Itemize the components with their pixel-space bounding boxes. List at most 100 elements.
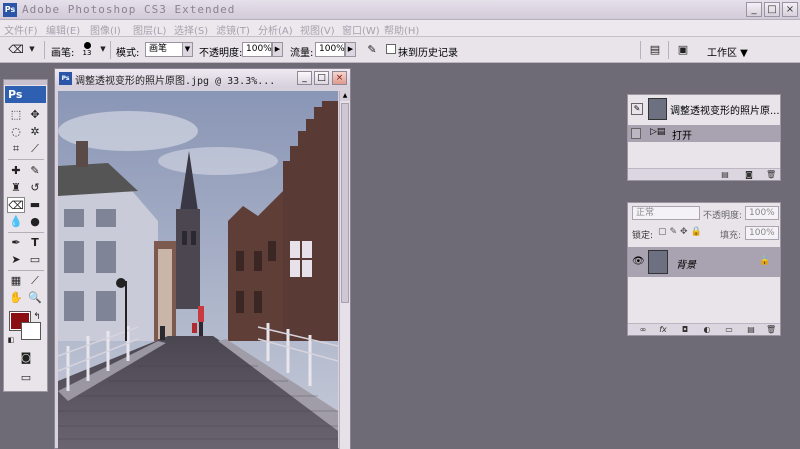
lock-icons[interactable]: ▢✎✥🔒 — [658, 227, 705, 237]
opacity-slider-arrow-icon[interactable]: ▶ — [272, 42, 283, 57]
marquee-tool-icon[interactable]: ⬚ — [7, 107, 25, 123]
new-group-icon[interactable]: ▭ — [724, 325, 734, 334]
mode-label: 模式: — [116, 48, 140, 59]
type-tool-icon[interactable]: T — [26, 235, 44, 251]
brush-dot-icon — [83, 42, 91, 49]
eraser-tool-icon[interactable]: ⌫ — [7, 197, 25, 213]
document-maximize-button[interactable]: □ — [314, 71, 329, 85]
healing-brush-tool-icon[interactable]: ✚ — [7, 163, 25, 179]
separator — [8, 270, 44, 271]
toolbox-grip[interactable] — [4, 80, 47, 85]
palette-well-icon[interactable]: ▤ — [647, 42, 663, 57]
eraser-tool-icon[interactable]: ⌫ — [8, 42, 24, 57]
adjustment-layer-icon[interactable]: ◐ — [702, 325, 712, 334]
workspace-button[interactable]: 工作区 ▼ — [707, 44, 748, 59]
separator — [44, 41, 45, 59]
opacity-input[interactable]: 100% — [242, 42, 272, 57]
move-tool-icon[interactable]: ✥ — [26, 107, 44, 123]
mode-select[interactable]: 画笔 — [145, 42, 183, 57]
history-state-name: 打开 — [672, 131, 692, 142]
brush-label: 画笔: — [51, 48, 75, 59]
menu-filter[interactable]: 滤镜(T) — [216, 22, 250, 37]
mode-dropdown-icon[interactable]: ▼ — [182, 42, 193, 57]
layer-name: 背景 — [676, 260, 696, 271]
close-button[interactable]: × — [782, 2, 798, 17]
menu-edit[interactable]: 编辑(E) — [46, 22, 80, 37]
bridge-icon[interactable]: ▣ — [675, 42, 691, 57]
photoshop-logo-icon: Ps — [3, 3, 17, 17]
layer-style-icon[interactable]: fx — [658, 325, 668, 334]
menu-view[interactable]: 视图(V) — [300, 22, 335, 37]
brush-tool-icon[interactable]: ✎ — [26, 163, 44, 179]
blur-tool-icon[interactable]: 💧 — [7, 214, 25, 230]
layers-panel-footer: ∞ fx ◘ ◐ ▭ ▤ 🗑 — [628, 323, 780, 335]
title-bar: Ps Adobe Photoshop CS3 Extended _ □ × — [0, 0, 800, 20]
document-window: Ps 调整透视变形的照片原图.jpg @ 33.3%... _ □ × ▲ — [54, 68, 351, 449]
document-close-button[interactable]: × — [332, 71, 347, 85]
quick-mask-icon[interactable]: ◙ — [17, 350, 35, 366]
screen-mode-icon[interactable]: ▭ — [17, 370, 35, 386]
document-canvas[interactable] — [58, 91, 338, 449]
delete-layer-icon[interactable]: 🗑 — [766, 325, 776, 334]
menu-file[interactable]: 文件(F) — [4, 22, 38, 37]
airbrush-icon[interactable]: ✎ — [364, 42, 380, 57]
document-minimize-button[interactable]: _ — [297, 71, 312, 85]
link-layers-icon[interactable]: ∞ — [638, 325, 648, 334]
history-brush-source-box[interactable] — [631, 128, 641, 139]
minimize-button[interactable]: _ — [746, 2, 762, 17]
history-brush-tool-icon[interactable]: ↺ — [26, 180, 44, 196]
document-title-bar[interactable]: Ps 调整透视变形的照片原图.jpg @ 33.3%... _ □ × — [55, 69, 350, 88]
layers-opacity-label: 不透明度: — [703, 211, 743, 221]
menu-analysis[interactable]: 分析(A) — [258, 22, 293, 37]
slice-tool-icon[interactable]: ⟋ — [26, 141, 44, 157]
zoom-tool-icon[interactable]: 🔍 — [26, 290, 44, 306]
history-snapshot[interactable]: ✎ 调整透视变形的照片原... — [628, 95, 780, 123]
erase-to-history-checkbox[interactable] — [386, 44, 396, 54]
document-vertical-scrollbar[interactable]: ▲ — [339, 91, 350, 449]
flow-slider-arrow-icon[interactable]: ▶ — [345, 42, 356, 57]
shape-tool-icon[interactable]: ▭ — [26, 252, 44, 268]
delete-state-icon[interactable]: 🗑 — [766, 170, 776, 179]
tool-preset-dropdown-icon[interactable]: ▼ — [24, 42, 40, 57]
history-state-open[interactable]: ▷▤ 打开 — [628, 125, 780, 142]
new-document-from-state-icon[interactable]: ▤ — [720, 170, 730, 179]
street-photo — [58, 91, 338, 449]
eyedropper-tool-icon[interactable]: ⟋ — [26, 273, 44, 289]
brush-preview[interactable]: 13 — [80, 41, 94, 61]
layers-opacity-input[interactable]: 100% — [745, 206, 779, 220]
hand-tool-icon[interactable]: ✋ — [7, 290, 25, 306]
clone-stamp-tool-icon[interactable]: ♜ — [7, 180, 25, 196]
maximize-button[interactable]: □ — [764, 2, 780, 17]
menu-help[interactable]: 帮助(H) — [384, 22, 419, 37]
add-mask-icon[interactable]: ◘ — [680, 325, 690, 334]
lasso-tool-icon[interactable]: ◌ — [7, 124, 25, 140]
menu-layer[interactable]: 图层(L) — [133, 22, 166, 37]
menu-window[interactable]: 窗口(W) — [342, 22, 380, 37]
pen-tool-icon[interactable]: ✒ — [7, 235, 25, 251]
layer-thumbnail — [648, 250, 668, 274]
separator — [640, 41, 641, 59]
toolbox-ps-logo[interactable]: Ps — [5, 86, 46, 103]
gradient-tool-icon[interactable]: ▬ — [26, 197, 44, 213]
magic-wand-tool-icon[interactable]: ✲ — [26, 124, 44, 140]
options-bar: ⌫ ▼ 画笔: 13 ▼ 模式: 画笔 ▼ 不透明度: 100% ▶ 流量: 1… — [0, 37, 800, 63]
default-colors-icon[interactable]: ◧ — [6, 332, 16, 348]
menu-select[interactable]: 选择(S) — [174, 22, 208, 37]
scroll-up-arrow-icon[interactable]: ▲ — [340, 91, 350, 101]
layer-background[interactable]: 👁 背景 🔒 — [628, 247, 780, 277]
blend-mode-select[interactable]: 正常 — [632, 206, 700, 220]
layer-visibility-eye-icon[interactable]: 👁 — [632, 256, 645, 267]
flow-input[interactable]: 100% — [315, 42, 345, 57]
crop-tool-icon[interactable]: ⌗ — [7, 141, 25, 157]
swap-colors-icon[interactable]: ↰ — [31, 309, 43, 325]
dodge-tool-icon[interactable]: ● — [26, 214, 44, 230]
new-snapshot-icon[interactable]: ◙ — [744, 170, 754, 179]
path-selection-tool-icon[interactable]: ➤ — [7, 252, 25, 268]
new-layer-icon[interactable]: ▤ — [746, 325, 756, 334]
menu-image[interactable]: 图像(I) — [90, 22, 121, 37]
brush-picker-arrow-icon[interactable]: ▼ — [95, 42, 111, 57]
fill-input[interactable]: 100% — [745, 226, 779, 240]
scroll-thumb[interactable] — [341, 103, 349, 303]
notes-tool-icon[interactable]: ▦ — [7, 273, 25, 289]
snapshot-brush-source-icon[interactable]: ✎ — [631, 103, 643, 115]
